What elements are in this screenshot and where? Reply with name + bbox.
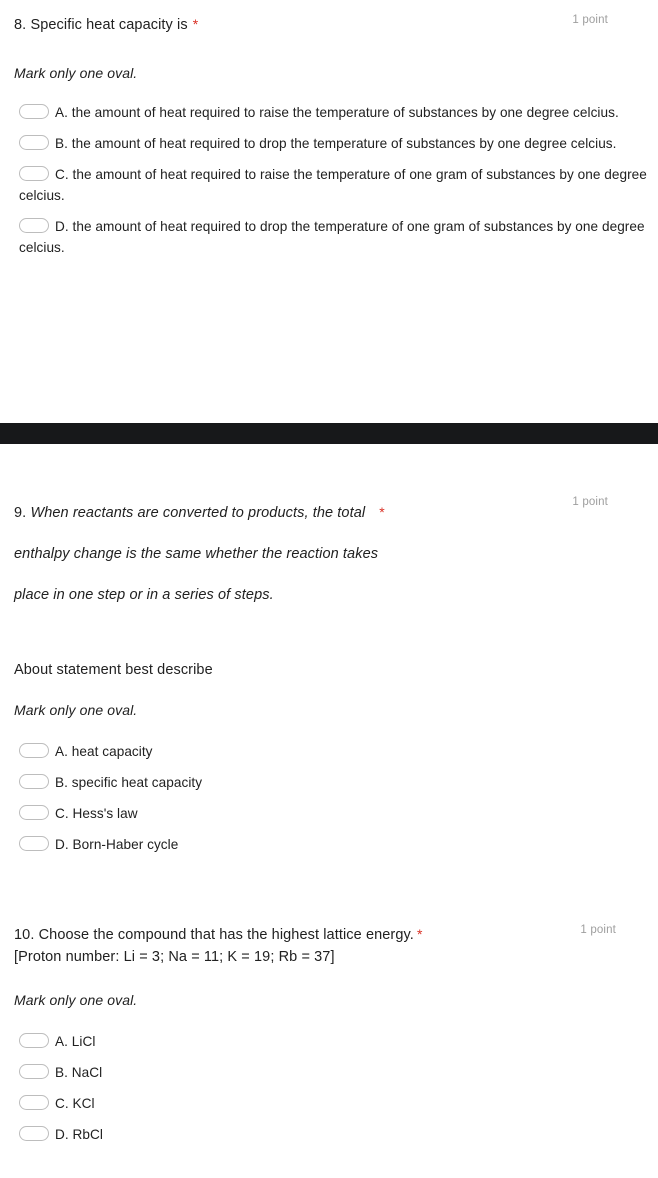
option-label: D. the amount of heat required to drop t… — [19, 219, 645, 255]
question-10-subtitle: [Proton number: Li = 3; Na = 11; K = 19;… — [14, 949, 335, 965]
question-10-points: 1 point — [580, 924, 616, 936]
radio-oval-icon[interactable] — [19, 743, 49, 758]
question-10-text: Choose the compound that has the highest… — [38, 927, 414, 943]
question-8-instruction: Mark only one oval. — [14, 65, 138, 81]
question-block-9: 9. When reactants are converted to produ… — [0, 492, 658, 865]
option-row[interactable]: C. KCl — [14, 1093, 658, 1114]
radio-oval-icon[interactable] — [19, 1095, 49, 1110]
radio-oval-icon[interactable] — [19, 104, 49, 119]
option-row[interactable]: D. the amount of heat required to drop t… — [14, 216, 658, 258]
radio-oval-icon[interactable] — [19, 805, 49, 820]
question-9-points: 1 point — [572, 496, 608, 508]
option-label: D. RbCl — [55, 1127, 103, 1142]
question-9-statement-line-1: When reactants are converted to products… — [30, 505, 366, 521]
option-label: B. the amount of heat required to drop t… — [55, 136, 617, 151]
required-asterisk-icon: * — [192, 16, 199, 32]
question-10-instruction: Mark only one oval. — [14, 992, 138, 1008]
option-label: B. specific heat capacity — [55, 775, 203, 790]
option-row[interactable]: A. heat capacity — [14, 741, 658, 762]
required-asterisk-icon: * — [416, 926, 423, 942]
question-block-10: 10. Choose the compound that has the hig… — [0, 924, 658, 1155]
radio-oval-icon[interactable] — [19, 836, 49, 851]
question-9-statement: 9. When reactants are converted to produ… — [14, 492, 648, 616]
question-9-number: 9. — [14, 505, 27, 521]
radio-oval-icon[interactable] — [19, 1126, 49, 1141]
option-label: A. LiCl — [55, 1034, 96, 1049]
option-label: C. Hess's law — [55, 806, 138, 821]
radio-oval-icon[interactable] — [19, 135, 49, 150]
question-8-title: 8. Specific heat capacity is * — [14, 16, 199, 33]
question-8-header: 8. Specific heat capacity is * 1 point — [0, 14, 658, 36]
option-row[interactable]: D. RbCl — [14, 1124, 658, 1145]
question-9-options: A. heat capacity B. specific heat capaci… — [0, 741, 658, 855]
section-separator — [0, 423, 658, 444]
question-9-line-1: 9. When reactants are converted to produ… — [14, 492, 648, 534]
question-8-options: A. the amount of heat required to raise … — [0, 102, 658, 258]
question-9-statement-line-3: place in one step or in a series of step… — [14, 587, 274, 603]
question-9-statement-line-2: enthalpy change is the same whether the … — [14, 546, 379, 562]
option-label: C. the amount of heat required to raise … — [19, 167, 647, 203]
question-10-number: 10. — [14, 927, 35, 943]
radio-oval-icon[interactable] — [19, 166, 49, 181]
option-row[interactable]: B. NaCl — [14, 1062, 658, 1083]
question-block-8: 8. Specific heat capacity is * 1 point Ma… — [0, 14, 658, 268]
option-row[interactable]: C. Hess's law — [14, 803, 658, 824]
option-label: C. KCl — [55, 1096, 95, 1111]
radio-oval-icon[interactable] — [19, 218, 49, 233]
option-row[interactable]: C. the amount of heat required to raise … — [14, 164, 658, 206]
option-label: B. NaCl — [55, 1065, 103, 1080]
option-row[interactable]: B. the amount of heat required to drop t… — [14, 133, 658, 154]
quiz-page: 8. Specific heat capacity is * 1 point Ma… — [0, 0, 658, 1178]
question-10-title: 10. Choose the compound that has the hig… — [14, 926, 423, 943]
option-row[interactable]: A. the amount of heat required to raise … — [14, 102, 658, 123]
option-label: A. heat capacity — [55, 744, 153, 759]
question-8-points: 1 point — [572, 14, 608, 26]
option-row[interactable]: D. Born-Haber cycle — [14, 834, 658, 855]
radio-oval-icon[interactable] — [19, 1064, 49, 1079]
question-10-options: A. LiCl B. NaCl C. KCl D. RbCl — [0, 1031, 658, 1145]
question-8-text: Specific heat capacity is — [30, 17, 188, 33]
radio-oval-icon[interactable] — [19, 1033, 49, 1048]
radio-oval-icon[interactable] — [19, 774, 49, 789]
question-9-header: 9. When reactants are converted to produ… — [0, 492, 658, 616]
question-9-instruction: Mark only one oval. — [14, 702, 138, 718]
question-9-sub-prompt: About statement best describe — [14, 662, 213, 678]
required-asterisk-icon: * — [379, 504, 385, 520]
question-10-header: 10. Choose the compound that has the hig… — [0, 924, 658, 946]
option-label: D. Born-Haber cycle — [55, 837, 179, 852]
option-row[interactable]: A. LiCl — [14, 1031, 658, 1052]
option-label: A. the amount of heat required to raise … — [55, 105, 619, 120]
question-8-number: 8. — [14, 17, 27, 33]
option-row[interactable]: B. specific heat capacity — [14, 772, 658, 793]
